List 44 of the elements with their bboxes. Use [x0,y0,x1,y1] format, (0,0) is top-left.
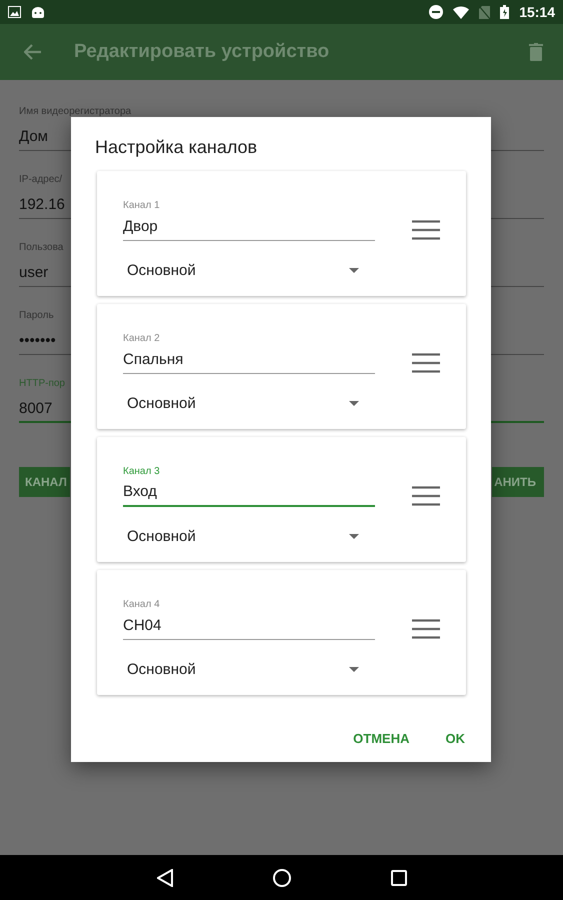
dropdown-caret-icon [349,268,359,273]
cancel-button[interactable]: ОТМЕНА [345,725,418,752]
battery-icon [500,5,510,19]
wifi-icon [453,6,470,18]
channel-name-input[interactable]: CH04 [123,613,375,640]
drag-handle-icon[interactable] [412,619,440,639]
ok-button[interactable]: OK [438,725,473,752]
drag-handle-icon[interactable] [412,486,440,506]
image-icon [8,6,21,18]
field-label: Пользова [19,241,64,255]
field-label: Пароль [19,309,54,323]
field-value: Дом [19,128,48,145]
field-label: Канал 2 [123,333,161,346]
field-label: HTTP-пор [19,377,65,391]
field-value: ••••••• [19,332,56,349]
field-label: Имя видеорегистратора [19,105,132,119]
do-not-disturb-icon [429,5,444,19]
dropdown-caret-icon [349,534,359,539]
field-label: IP-адрес/ [19,173,62,187]
home-icon[interactable] [272,868,290,886]
stream-dropdown[interactable]: Основной [123,256,375,285]
status-time: 15:14 [519,4,555,20]
drag-handle-icon[interactable] [412,353,440,373]
field-label: Канал 4 [123,599,161,612]
recents-icon[interactable] [390,870,406,886]
channel-name-input[interactable]: Спальня [123,347,375,374]
stream-dropdown[interactable]: Основной [123,389,375,418]
back-icon[interactable] [156,868,172,886]
drag-handle-icon[interactable] [412,220,440,240]
dropdown-caret-icon [349,401,359,406]
channel-name-input[interactable]: Двор [123,214,375,241]
channel-name-input[interactable]: Вход [123,480,375,507]
android-icon [31,5,45,19]
field-value: user [19,264,48,281]
field-value: 8007 [19,400,52,417]
stream-dropdown[interactable]: Основной [123,655,375,684]
no-sim-icon [479,6,490,18]
dialog-title: Настройка каналов [95,137,258,159]
stream-dropdown[interactable]: Основной [123,522,375,551]
field-label: Канал 3 [123,466,161,479]
app-bar-title: Редактировать устройство [74,41,330,63]
dropdown-caret-icon [349,667,359,672]
field-value: 192.16 [19,196,65,213]
field-label: Канал 1 [123,200,161,213]
